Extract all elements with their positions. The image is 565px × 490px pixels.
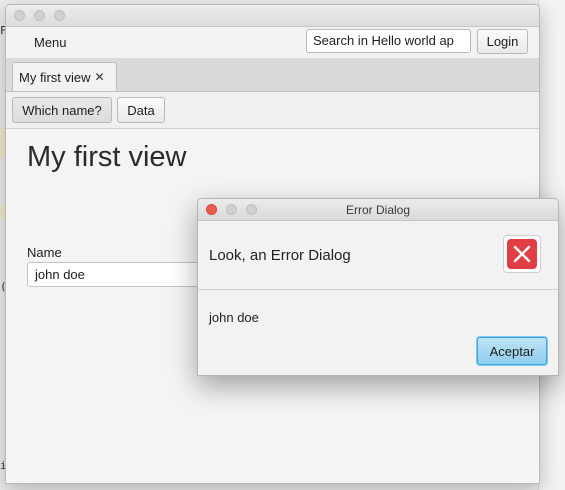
name-label: Name: [27, 245, 62, 260]
dialog-header-text: Look, an Error Dialog: [209, 247, 351, 264]
window-titlebar: [6, 5, 539, 27]
menu-bar: Menu Search in Hello world ap Login: [6, 27, 539, 59]
error-x-icon: [507, 239, 537, 269]
which-name-button[interactable]: Which name?: [12, 97, 112, 123]
tab-label: My first view: [19, 69, 91, 85]
dialog-content-text: john doe: [209, 310, 259, 325]
tab-my-first-view[interactable]: My first view ✕: [12, 62, 117, 91]
data-button[interactable]: Data: [117, 97, 165, 123]
close-window-button[interactable]: [14, 10, 25, 21]
error-icon-frame: [503, 235, 541, 273]
dialog-header: Look, an Error Dialog: [198, 221, 558, 290]
dialog-titlebar: Error Dialog: [198, 199, 558, 221]
tab-close-icon[interactable]: ✕: [95, 70, 105, 84]
login-button[interactable]: Login: [477, 29, 528, 54]
zoom-window-button[interactable]: [54, 10, 65, 21]
accept-button[interactable]: Aceptar: [477, 337, 547, 365]
tab-bar: My first view ✕: [6, 58, 539, 92]
search-input[interactable]: Search in Hello world ap: [306, 29, 471, 53]
menu-button[interactable]: Menu: [34, 35, 67, 50]
minimize-window-button[interactable]: [34, 10, 45, 21]
page-title: My first view: [27, 141, 187, 173]
dialog-title: Error Dialog: [345, 203, 411, 217]
error-dialog: Error Dialog Look, an Error Dialog john …: [197, 198, 559, 376]
view-toolbar: Which name? Data: [6, 92, 539, 129]
